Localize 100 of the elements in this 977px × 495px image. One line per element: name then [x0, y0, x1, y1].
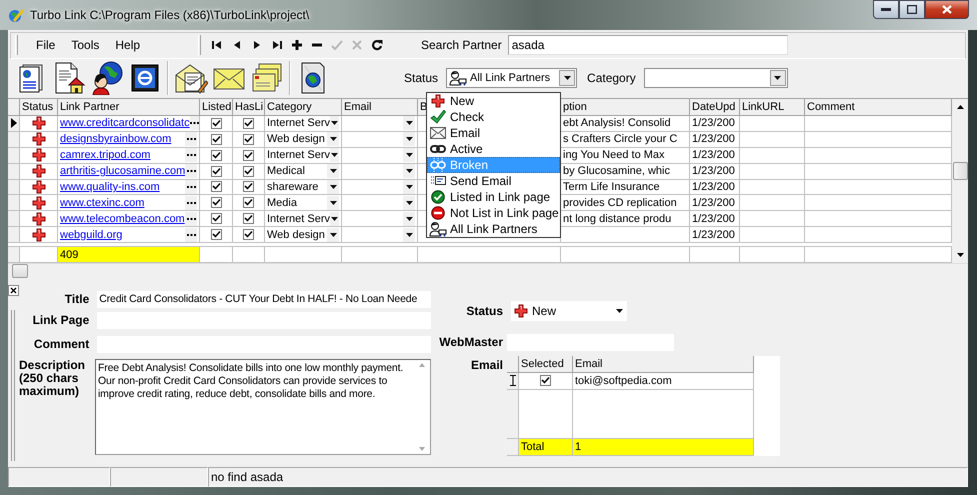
navigator-button[interactable] [211, 39, 223, 52]
envelope-icon [430, 127, 446, 139]
email-label: Email [470, 356, 503, 374]
title-label: Title [64, 292, 90, 306]
maximize-button[interactable] [899, 0, 925, 19]
app-icon [8, 7, 24, 23]
minimize-button[interactable] [873, 0, 899, 19]
scrollbar-thumb[interactable] [952, 162, 968, 180]
close-pane-button[interactable] [8, 284, 19, 296]
horizontal-scrollbar[interactable] [8, 263, 968, 279]
checkbox[interactable] [243, 213, 254, 224]
description-field[interactable]: Free Debt Analysis! Consolidate bills into one low monthly payment. Our non-profit Credit Card Consolidators can provide services to improve credit rating, reduce debt, consolidate bills and more. [95, 358, 431, 455]
checkbox[interactable] [210, 150, 222, 161]
partner-link[interactable]: camrex.tripod.com [60, 149, 150, 162]
checkbox[interactable] [243, 197, 254, 208]
row-header[interactable] [8, 116, 20, 132]
refresh-icon [371, 39, 383, 52]
ellipsis-icon [186, 154, 196, 156]
checkbox[interactable] [243, 166, 254, 177]
close-icon [10, 286, 17, 294]
checkbox[interactable] [210, 213, 222, 224]
checkbox[interactable] [540, 375, 551, 386]
cross-icon [32, 228, 46, 242]
check-circle-icon [431, 190, 445, 204]
navigator-button[interactable] [271, 39, 283, 52]
column-header[interactable]: Email [573, 356, 754, 373]
total-cell: 409 [58, 247, 200, 264]
checkmark-icon [541, 376, 550, 386]
checkbox[interactable] [243, 150, 254, 161]
partner-link[interactable]: designsbyrainbow.com [60, 133, 172, 146]
checkbox[interactable] [210, 181, 222, 192]
close-button[interactable] [925, 0, 969, 19]
checkbox[interactable] [210, 134, 222, 145]
check-icon [430, 110, 446, 124]
search-field[interactable]: asada [508, 35, 788, 56]
caret-icon [330, 200, 336, 205]
category-text: Internet Serv [267, 212, 330, 225]
menu-item[interactable]: Help [113, 37, 142, 54]
checkbox[interactable] [210, 166, 222, 177]
cross-icon [32, 132, 46, 146]
navigator-button[interactable] [371, 39, 383, 52]
status-dropdown[interactable]: All Link Partners [446, 68, 578, 88]
menu-option[interactable]: Email [427, 125, 560, 141]
menu-option[interactable]: Check [427, 109, 560, 125]
menu-option[interactable]: All Link Partners [427, 221, 560, 237]
navigator-button[interactable] [291, 39, 303, 52]
caret-icon [406, 200, 412, 205]
ellipsis-icon [190, 122, 199, 124]
partner-link[interactable]: www.quality-ins.com [60, 180, 160, 193]
search-label: Search Partner [421, 38, 502, 52]
category-text: shareware [267, 180, 318, 193]
partner-link[interactable]: www.creditcardconsolidatc [60, 117, 190, 130]
caret-icon [406, 169, 412, 174]
last-record-icon [271, 39, 283, 52]
cross-icon [32, 212, 46, 226]
partner-link[interactable]: arthritis-glucosamine.com [60, 165, 186, 178]
title-field[interactable]: Credit Card Consolidators - CUT Your Debt In HALF! - No Loan Neede [97, 290, 431, 308]
status-dropdown[interactable]: New [511, 300, 627, 321]
menu-item[interactable]: Tools [69, 37, 102, 54]
category-text: Web design [267, 133, 325, 146]
caret-icon [330, 169, 336, 174]
menu-option[interactable]: Not List in Link page [427, 205, 560, 221]
checkbox[interactable] [243, 134, 254, 145]
status-label: Status [465, 304, 503, 318]
table-row[interactable]: toki@softpedia.com [507, 372, 755, 390]
caret-icon [330, 137, 336, 142]
menu-option[interactable]: Listed in Link page [427, 189, 560, 205]
scrollbar-thumb[interactable] [12, 264, 28, 278]
caret-icon [616, 308, 622, 313]
category-label: Category [587, 71, 636, 86]
partner-link[interactable]: www.ctexinc.com [60, 196, 144, 209]
category-text: Medical [267, 165, 305, 178]
partner-link[interactable]: www.telecombeacon.com [60, 212, 185, 225]
cross-icon [514, 304, 528, 318]
caret-icon [330, 121, 338, 126]
ellipsis-icon [186, 186, 196, 188]
person-globe-icon [90, 61, 124, 96]
caret-icon [774, 76, 782, 80]
partner-link[interactable]: webguild.org [60, 228, 122, 241]
menu-option[interactable]: New [427, 93, 560, 109]
caret-icon [330, 216, 338, 221]
checkbox[interactable] [243, 229, 254, 240]
caret-icon [406, 216, 412, 221]
checkbox[interactable] [210, 197, 222, 208]
category-dropdown[interactable] [644, 68, 788, 88]
column-header[interactable]: Selected [519, 356, 573, 373]
caret-icon [406, 232, 412, 237]
ellipsis-icon [186, 202, 196, 204]
menu-option[interactable]: Send Email [427, 173, 560, 189]
window-title: Turbo Link C:\Program Files (x86)\TurboLink\project\ [30, 8, 310, 22]
checkbox[interactable] [210, 118, 222, 129]
menu-item[interactable]: File [34, 37, 58, 54]
link-page-label: Link Page [32, 313, 90, 328]
caret-icon [406, 153, 412, 158]
chain-link-icon [430, 144, 446, 154]
menu-option[interactable]: Active [427, 141, 560, 157]
checkbox[interactable] [243, 181, 254, 192]
checkbox[interactable] [243, 118, 254, 129]
checkbox[interactable] [210, 229, 222, 240]
caret-icon [564, 76, 571, 80]
